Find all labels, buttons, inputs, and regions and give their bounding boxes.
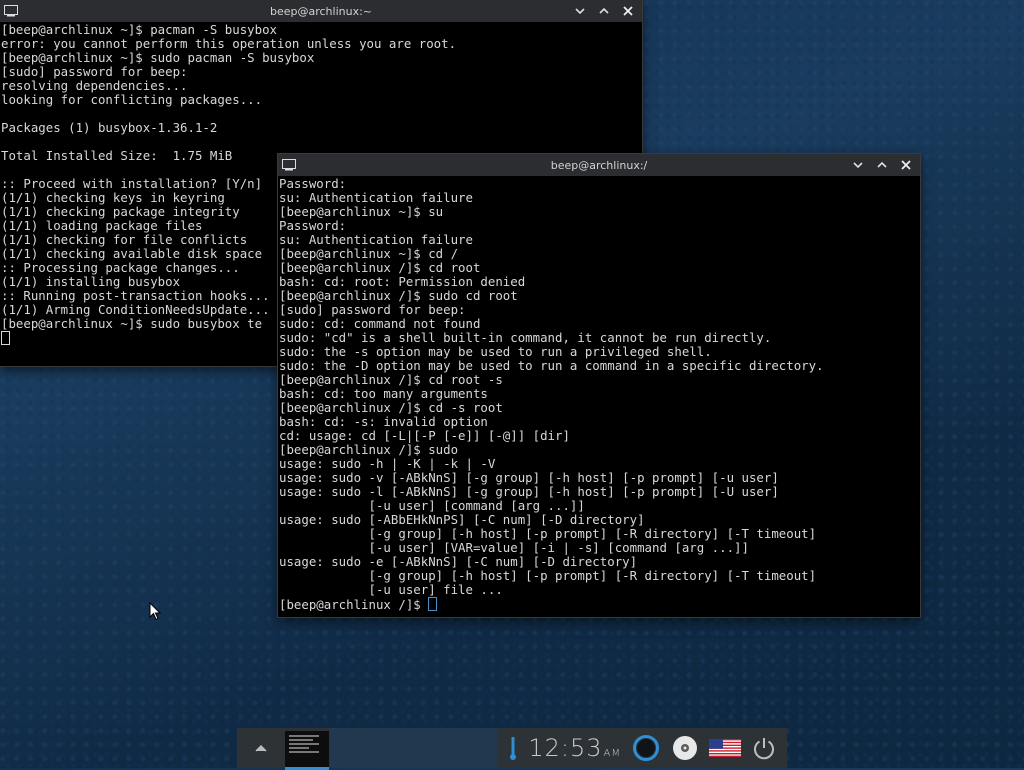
terminal-window-root[interactable]: beep@archlinux:/ Password: su: Authentic… — [278, 154, 920, 617]
text-cursor — [1, 331, 10, 345]
network-status-icon[interactable] — [631, 733, 661, 763]
keyboard-layout-us-flag-icon[interactable] — [709, 739, 741, 757]
chevron-down-icon — [853, 162, 863, 169]
chevron-down-icon — [575, 8, 585, 15]
chevron-up-icon — [255, 744, 267, 752]
minimize-button[interactable] — [572, 3, 588, 19]
text-cursor — [428, 597, 438, 611]
minimize-button[interactable] — [850, 157, 866, 173]
close-button[interactable] — [898, 157, 914, 173]
close-button[interactable] — [620, 3, 636, 19]
maximize-button[interactable] — [874, 157, 890, 173]
terminal-text: Password: su: Authentication failure [be… — [279, 176, 824, 612]
terminal-icon — [282, 159, 296, 171]
app-launcher-button[interactable] — [237, 728, 285, 768]
clock-ampm: AM — [603, 748, 621, 759]
window-title: beep@archlinux:~ — [269, 4, 373, 18]
clock[interactable]: 12:53AM — [528, 734, 621, 762]
taskbar: 12:53AM — [237, 728, 787, 770]
window-title: beep@archlinux:/ — [550, 158, 648, 172]
power-icon[interactable] — [751, 735, 777, 761]
mouse-pointer-icon — [149, 602, 161, 621]
maximize-button[interactable] — [596, 3, 612, 19]
chevron-up-icon — [877, 161, 887, 168]
task-thumbnail-terminal[interactable] — [285, 730, 329, 770]
terminal-output[interactable]: Password: su: Authentication failure [be… — [278, 176, 920, 611]
window-titlebar[interactable]: beep@archlinux:~ — [0, 0, 642, 22]
taskbar-empty-area — [329, 728, 499, 768]
terminal-icon — [4, 5, 18, 17]
disc-drive-icon[interactable] — [671, 734, 699, 762]
close-icon — [901, 160, 911, 170]
volume-level-icon[interactable] — [508, 733, 518, 763]
clock-time: 12:53 — [528, 734, 603, 762]
system-tray: 12:53AM — [498, 728, 787, 768]
chevron-up-icon — [599, 7, 609, 14]
close-icon — [623, 6, 633, 16]
window-titlebar[interactable]: beep@archlinux:/ — [278, 154, 920, 176]
